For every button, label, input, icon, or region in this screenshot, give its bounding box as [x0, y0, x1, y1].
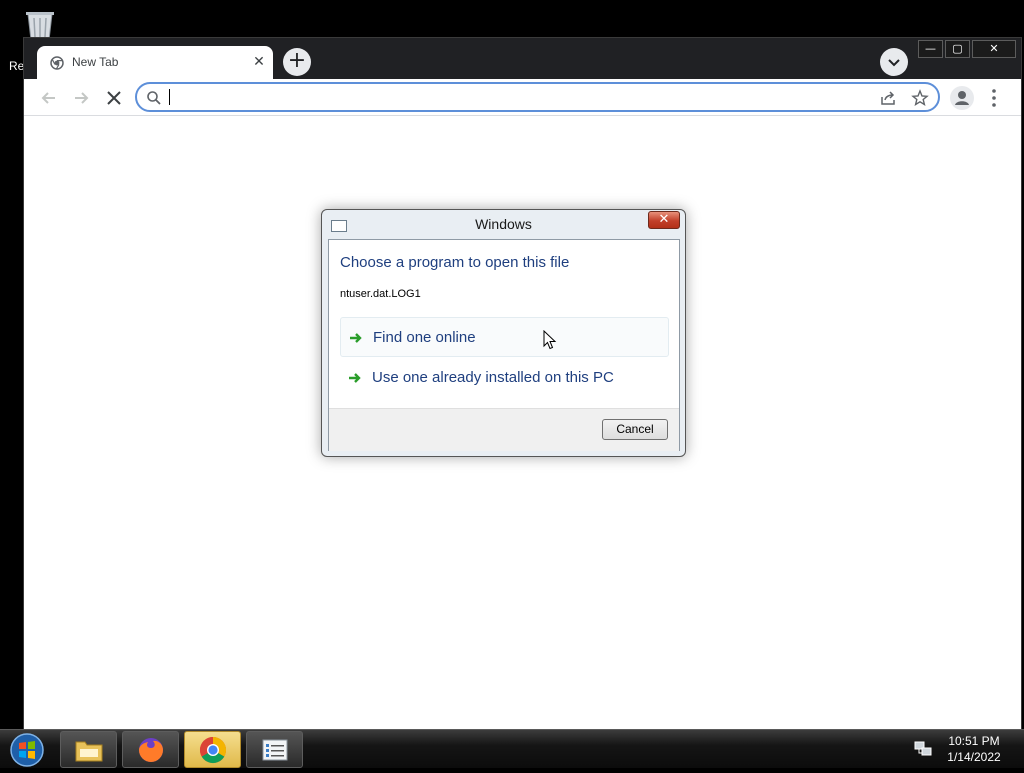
option-label: Use one already installed on this PC — [372, 369, 614, 386]
chevron-down-icon — [888, 59, 900, 67]
window-close-button[interactable]: ✕ — [972, 40, 1016, 58]
system-clock[interactable]: 10:51 PM 1/14/2022 — [944, 733, 1004, 765]
clock-date: 1/14/2022 — [947, 750, 1001, 764]
profile-avatar-button[interactable] — [950, 86, 974, 110]
dialog-body: Choose a program to open this file ntuse… — [328, 239, 680, 451]
windows-orb-icon — [10, 733, 44, 767]
bookmark-star-icon[interactable] — [911, 89, 929, 107]
kebab-menu-icon[interactable] — [990, 88, 998, 108]
dialog-footer: Cancel — [329, 408, 679, 451]
tab-strip: New Tab ✕ + — ▢ ✕ — [24, 38, 1021, 80]
network-icon[interactable] — [914, 741, 932, 757]
list-window-icon — [262, 739, 288, 761]
option-label: Find one online — [373, 329, 476, 346]
tab-title: New Tab — [72, 55, 119, 69]
stop-loading-icon[interactable] — [103, 87, 125, 109]
forward-arrow-icon[interactable] — [70, 87, 92, 109]
firefox-icon — [139, 738, 163, 762]
tab-new-tab[interactable]: New Tab ✕ — [37, 46, 273, 80]
clock-time: 10:51 PM — [948, 734, 1000, 748]
use-installed-option[interactable]: Use one already installed on this PC — [340, 358, 669, 398]
folder-icon — [75, 741, 103, 762]
desktop: Re New Tab ✕ + — ▢ ✕ Windows ✕ Choose a … — [0, 0, 1024, 768]
address-bar-input[interactable] — [169, 87, 859, 107]
person-icon — [955, 91, 969, 105]
taskbar-task-manager[interactable] — [246, 731, 303, 768]
taskbar-file-explorer[interactable] — [60, 731, 117, 768]
omnibox[interactable] — [135, 82, 940, 112]
open-with-dialog: Windows ✕ Choose a program to open this … — [321, 209, 686, 457]
dialog-title: Windows — [475, 216, 532, 232]
minimize-button[interactable]: — — [918, 40, 943, 58]
dialog-heading: Choose a program to open this file — [340, 254, 570, 271]
share-icon[interactable] — [879, 89, 897, 107]
chrome-icon — [199, 736, 227, 764]
maximize-button[interactable]: ▢ — [945, 40, 970, 58]
tab-search-button[interactable] — [880, 48, 908, 76]
file-name: ntuser.dat.LOG1 — [340, 288, 421, 300]
green-arrow-icon — [349, 373, 361, 383]
mouse-cursor-icon — [543, 330, 557, 350]
taskbar-firefox[interactable] — [122, 731, 179, 768]
find-online-option[interactable]: Find one online — [340, 317, 669, 357]
search-icon — [147, 91, 161, 105]
green-arrow-icon — [350, 333, 362, 343]
dialog-close-button[interactable]: ✕ — [648, 211, 680, 229]
chrome-favicon-icon — [50, 56, 64, 70]
text-caret — [169, 89, 170, 105]
start-button[interactable] — [7, 731, 47, 769]
back-arrow-icon[interactable] — [38, 87, 60, 109]
tab-close-icon[interactable]: ✕ — [251, 54, 267, 70]
taskbar-chrome[interactable] — [184, 731, 241, 768]
cancel-button[interactable]: Cancel — [602, 419, 668, 440]
new-tab-button[interactable]: + — [283, 48, 311, 76]
browser-toolbar — [24, 79, 1021, 116]
taskbar: 10:51 PM 1/14/2022 — [0, 729, 1024, 768]
